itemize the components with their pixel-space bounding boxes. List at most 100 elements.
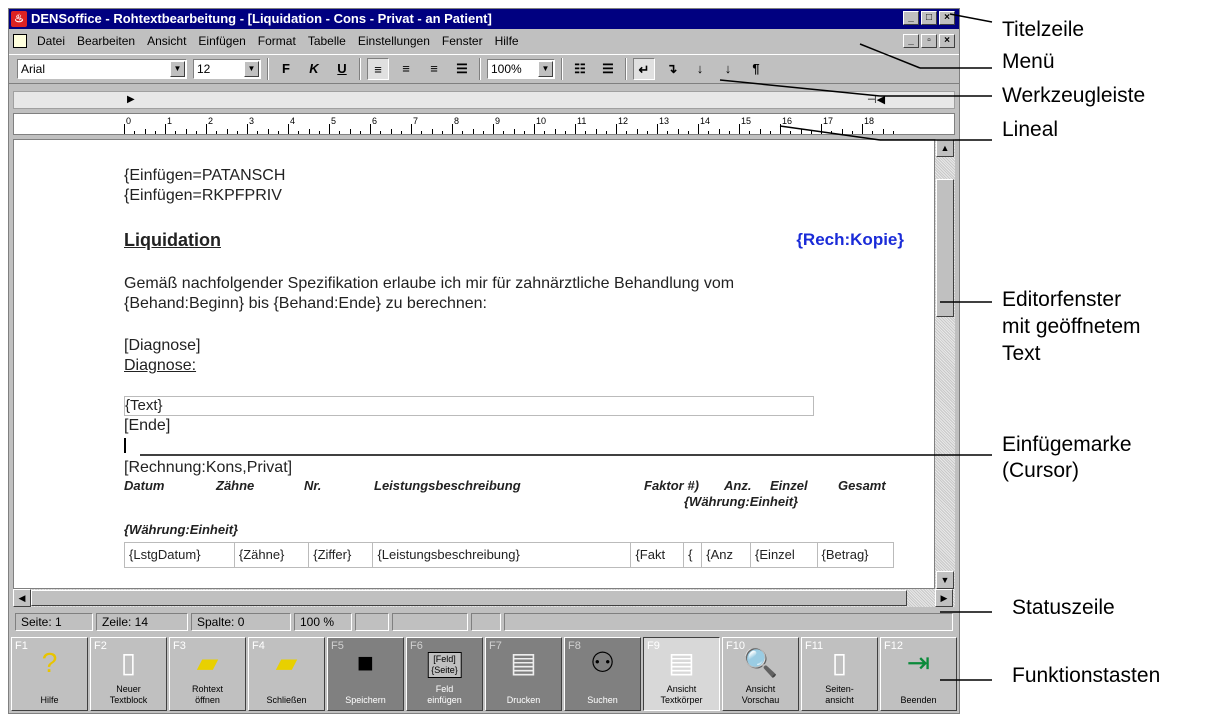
ruler-number: 1: [167, 116, 173, 126]
bullet-list-button[interactable]: ☷: [569, 58, 591, 80]
right-indent-marker-icon[interactable]: ⊣◀: [867, 93, 885, 106]
status-column: Spalte: 0: [191, 613, 291, 631]
menu-ansicht[interactable]: Ansicht: [141, 30, 192, 52]
menu-hilfe[interactable]: Hilfe: [489, 30, 525, 52]
window-title: DENSoffice - Rohtextbearbeitung - [Liqui…: [31, 11, 492, 26]
zoom-select[interactable]: 100% ▼: [487, 59, 555, 79]
ruler-tick: [185, 129, 187, 134]
ruler-tick: [277, 131, 279, 134]
horizontal-scroll-thumb[interactable]: [31, 590, 907, 606]
vertical-scrollbar[interactable]: ▲ ▼: [935, 139, 955, 589]
align-left-button[interactable]: ≡: [367, 58, 389, 80]
f2-new-block-button[interactable]: F2 ▯ Neuer Textblock: [90, 637, 167, 711]
doc-line: {Einfügen=PATANSCH: [124, 167, 286, 184]
editor-window[interactable]: {Einfügen=PATANSCH {Einfügen=RKPFPRIV Li…: [13, 139, 935, 589]
line-break-button[interactable]: ↵: [633, 58, 655, 80]
align-right-button[interactable]: ≡: [423, 58, 445, 80]
ruler-tick: [472, 129, 474, 134]
align-center-button[interactable]: ≡: [395, 58, 417, 80]
ruler-number: 13: [659, 116, 670, 126]
ruler-number: 17: [823, 116, 834, 126]
menu-bearbeiten[interactable]: Bearbeiten: [71, 30, 141, 52]
minimize-button[interactable]: _: [903, 11, 919, 25]
italic-button[interactable]: K: [303, 58, 325, 80]
ruler-tick: [175, 131, 177, 134]
doc-close-button[interactable]: ×: [939, 34, 955, 48]
paragraph-break-button[interactable]: ↴: [661, 58, 683, 80]
justify-button[interactable]: ☰: [451, 58, 473, 80]
f8-search-button[interactable]: F8 ⚇ Suchen: [564, 637, 641, 711]
f3-open-button[interactable]: F3 ▰ Rohtext öffnen: [169, 637, 246, 711]
ruler-tick: [144, 129, 146, 134]
f6-insert-field-button[interactable]: F6 [Feld] {Seite} Feld einfügen: [406, 637, 483, 711]
bold-button[interactable]: F: [275, 58, 297, 80]
table-cell: {Einzel: [750, 542, 818, 568]
ruler-tick: [134, 131, 136, 134]
chevron-down-icon[interactable]: ▼: [538, 61, 553, 77]
f9-text-view-button[interactable]: F9 ▤ Ansicht Textkörper: [643, 637, 720, 711]
doc-minimize-button[interactable]: _: [903, 34, 919, 48]
menu-tabelle[interactable]: Tabelle: [302, 30, 352, 52]
page-break-button[interactable]: ↓: [717, 58, 739, 80]
menu-datei[interactable]: Datei: [31, 30, 71, 52]
left-indent-marker-icon[interactable]: ▶: [127, 94, 135, 105]
ruler-tick: [288, 124, 289, 134]
col-header: Gesamt: [838, 478, 886, 493]
status-bar: Seite: 1 Zeile: 14 Spalte: 0 100 %: [9, 611, 959, 633]
table-cell: {Anz: [701, 542, 752, 568]
ruler-tick: [728, 131, 730, 134]
col-header: Faktor #): [644, 478, 699, 493]
scroll-up-icon[interactable]: ▲: [936, 139, 954, 157]
ruler-number: 16: [782, 116, 793, 126]
f1-help-button[interactable]: F1? Hilfe: [11, 637, 88, 711]
ruler-tick: [882, 129, 884, 134]
menu-format[interactable]: Format: [252, 30, 302, 52]
soft-break-button[interactable]: ↓: [689, 58, 711, 80]
maximize-button[interactable]: □: [921, 11, 937, 25]
close-button[interactable]: ×: [939, 11, 955, 25]
numbered-list-button[interactable]: ☰: [597, 58, 619, 80]
f10-preview-button[interactable]: F10 🔍 Ansicht Vorschau: [722, 637, 799, 711]
f7-print-button[interactable]: F7 ▤ Drucken: [485, 637, 562, 711]
f11-page-view-button[interactable]: F11 ▯ Seiten- ansicht: [801, 637, 878, 711]
ruler-tick: [677, 129, 679, 134]
f12-exit-button[interactable]: F12 ⇥ Beenden: [880, 637, 957, 711]
show-paragraph-button[interactable]: ¶: [745, 58, 767, 80]
menu-einstellungen[interactable]: Einstellungen: [352, 30, 436, 52]
ruler-tick: [349, 129, 351, 134]
diagnose-label: Diagnose:: [124, 357, 197, 374]
vertical-scroll-thumb[interactable]: [936, 179, 954, 317]
callout-menu: Menü: [1002, 50, 1055, 73]
ruler-tick: [462, 131, 464, 134]
status-field: [355, 613, 389, 631]
col-header: Zähne: [216, 478, 255, 493]
chevron-down-icon[interactable]: ▼: [170, 61, 185, 77]
chevron-down-icon[interactable]: ▼: [244, 61, 259, 77]
ruler-tick: [851, 131, 853, 134]
menu-fenster[interactable]: Fenster: [436, 30, 489, 52]
doc-restore-button[interactable]: ▫: [921, 34, 937, 48]
indent-strip: [13, 91, 955, 109]
question-icon: ?: [41, 647, 58, 678]
horizontal-scrollbar[interactable]: ◀ ▶: [13, 589, 955, 607]
font-size-select[interactable]: 12 ▼: [193, 59, 261, 79]
ruler-tick: [298, 131, 300, 134]
f4-close-button[interactable]: F4 ▰ Schließen: [248, 637, 325, 711]
diagnose-tag: [Diagnose]: [124, 337, 201, 354]
document-menu-icon[interactable]: [13, 34, 27, 48]
ruler-tick: [482, 131, 484, 134]
underline-button[interactable]: U: [331, 58, 353, 80]
scroll-down-icon[interactable]: ▼: [936, 571, 954, 589]
ruler-tick: [821, 124, 822, 134]
scroll-left-icon[interactable]: ◀: [13, 589, 31, 607]
scroll-right-icon[interactable]: ▶: [935, 589, 953, 607]
title-bar[interactable]: ♨ DENSoffice - Rohtextbearbeitung - [Liq…: [9, 9, 959, 29]
font-select[interactable]: Arial ▼: [17, 59, 187, 79]
table-row: {LstgDatum} {Zähne} {Ziffer} {Leistungsb…: [124, 542, 895, 568]
f5-save-button[interactable]: F5 ■ Speichern: [327, 637, 404, 711]
invoice-table: {LstgDatum} {Zähne} {Ziffer} {Leistungsb…: [124, 542, 895, 568]
menu-einfuegen[interactable]: Einfügen: [192, 30, 251, 52]
callout-title-bar: Titelzeile: [1002, 18, 1085, 41]
col-header: Datum: [124, 478, 165, 493]
table-cell: {Ziffer}: [308, 542, 374, 568]
